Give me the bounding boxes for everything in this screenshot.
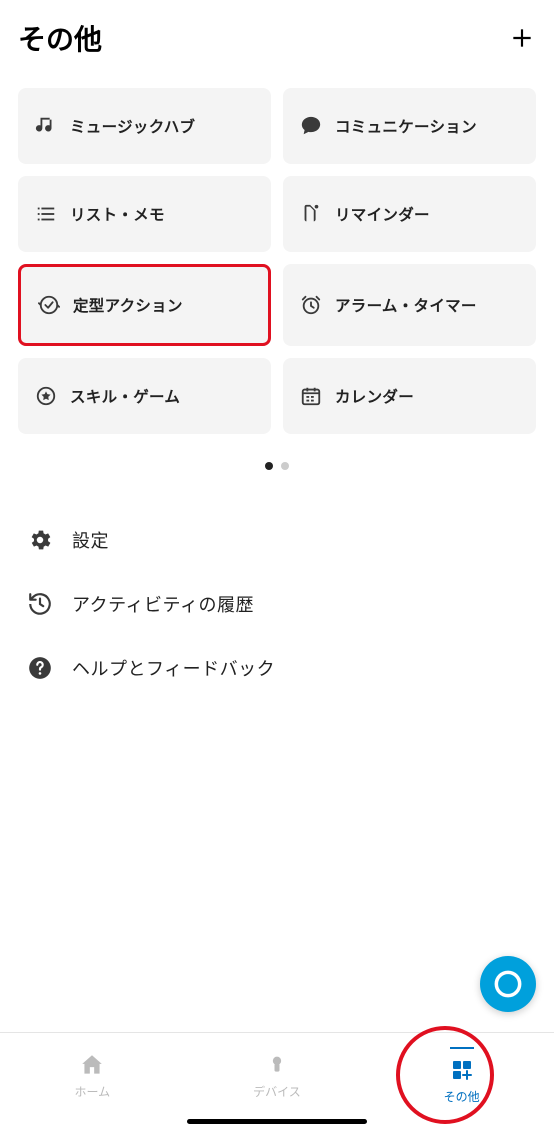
tile-label: 定型アクション bbox=[73, 294, 183, 316]
speech-icon bbox=[299, 114, 323, 138]
alarm-icon bbox=[299, 293, 323, 317]
history-icon bbox=[26, 590, 54, 618]
tile-lists-memos[interactable]: リスト・メモ bbox=[18, 176, 271, 252]
list-label: ヘルプとフィードバック bbox=[72, 655, 275, 681]
bottom-navigation: ホーム デバイス その他 bbox=[0, 1032, 554, 1130]
skill-icon bbox=[34, 384, 58, 408]
tile-routines[interactable]: 定型アクション bbox=[18, 264, 271, 346]
list-item-settings[interactable]: 設定 bbox=[18, 508, 536, 572]
nav-more[interactable]: その他 bbox=[402, 1047, 522, 1105]
tile-label: カレンダー bbox=[335, 385, 414, 407]
page-title: その他 bbox=[18, 18, 102, 58]
reminder-icon bbox=[299, 202, 323, 226]
list-label: 設定 bbox=[72, 527, 109, 553]
page-dot[interactable] bbox=[281, 462, 289, 470]
tile-communication[interactable]: コミュニケーション bbox=[283, 88, 536, 164]
tile-label: アラーム・タイマー bbox=[335, 294, 477, 316]
device-icon bbox=[263, 1051, 291, 1079]
tile-grid: ミュージックハブ コミュニケーション リスト・メモ リマインダー 定型アクション… bbox=[0, 70, 554, 434]
gear-icon bbox=[26, 526, 54, 554]
routine-icon bbox=[37, 293, 61, 317]
help-icon bbox=[26, 654, 54, 682]
alexa-fab-button[interactable] bbox=[480, 956, 536, 1012]
tile-alarm-timer[interactable]: アラーム・タイマー bbox=[283, 264, 536, 346]
home-indicator bbox=[187, 1119, 367, 1124]
nav-label: デバイス bbox=[253, 1083, 301, 1100]
list-icon bbox=[34, 202, 58, 226]
list-item-help-feedback[interactable]: ヘルプとフィードバック bbox=[18, 636, 536, 700]
home-icon bbox=[78, 1051, 106, 1079]
more-icon bbox=[448, 1056, 476, 1084]
calendar-icon bbox=[299, 384, 323, 408]
tile-label: リスト・メモ bbox=[70, 203, 165, 225]
tile-label: コミュニケーション bbox=[335, 115, 477, 137]
list-label: アクティビティの履歴 bbox=[72, 591, 254, 617]
list-item-activity-history[interactable]: アクティビティの履歴 bbox=[18, 572, 536, 636]
music-icon bbox=[34, 114, 58, 138]
pagination-dots bbox=[0, 462, 554, 470]
tile-skills-games[interactable]: スキル・ゲーム bbox=[18, 358, 271, 434]
tile-music-hub[interactable]: ミュージックハブ bbox=[18, 88, 271, 164]
nav-home[interactable]: ホーム bbox=[32, 1051, 152, 1100]
nav-devices[interactable]: デバイス bbox=[217, 1051, 337, 1100]
tile-label: ミュージックハブ bbox=[70, 115, 195, 137]
nav-label: ホーム bbox=[75, 1083, 111, 1100]
menu-list: 設定 アクティビティの履歴 ヘルプとフィードバック bbox=[0, 508, 554, 700]
tile-reminders[interactable]: リマインダー bbox=[283, 176, 536, 252]
tile-label: スキル・ゲーム bbox=[70, 385, 180, 407]
add-button[interactable] bbox=[508, 24, 536, 52]
tile-calendar[interactable]: カレンダー bbox=[283, 358, 536, 434]
tile-label: リマインダー bbox=[335, 203, 430, 225]
header: その他 bbox=[0, 0, 554, 70]
page-dot-active[interactable] bbox=[265, 462, 273, 470]
nav-label: その他 bbox=[444, 1088, 480, 1105]
